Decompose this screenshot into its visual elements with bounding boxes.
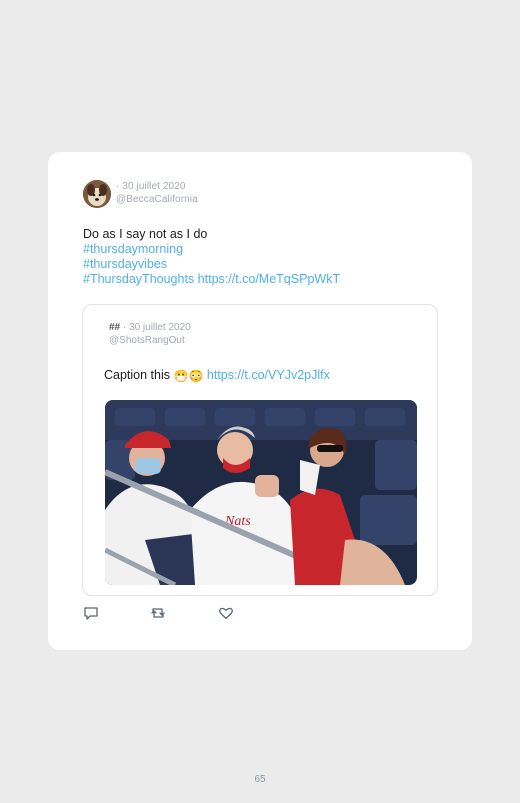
quoted-caption: Caption this 😷😳 https://t.co/VYJv2pJlfx [104,367,330,383]
page-number: 65 [254,774,266,785]
tweet-handle[interactable]: @BeccaCalifornia [116,193,198,206]
quoted-date: · 30 juillet 2020 [122,322,191,333]
tweet-actions [83,605,283,621]
quoted-tweet[interactable]: ## · 30 juillet 2020 @ShotsRangOut Capti… [82,304,438,596]
page: · 30 juillet 2020 @BeccaCalifornia Do as… [0,0,520,803]
mask-face-emoji: 😷 [173,369,189,383]
hashtag-link[interactable]: #thursdaymorning [83,242,443,257]
dog-avatar-icon [83,180,111,208]
quoted-meta: ## · 30 juillet 2020 @ShotsRangOut [109,321,191,347]
tweet-url-link[interactable]: https://t.co/MeTqSPpWkT [198,272,340,286]
retweet-icon[interactable] [150,605,166,621]
hashtag-link[interactable]: #thursdayvibes [83,257,443,272]
tweet-text: Do as I say not as I do #thursdaymorning… [83,227,443,287]
user-avatar[interactable] [83,180,111,208]
tweet-text-line: Do as I say not as I do [83,227,208,241]
tweet-meta: · 30 juillet 2020 @BeccaCalifornia [116,180,198,206]
quoted-photo[interactable]: Nats [105,400,417,585]
reply-icon[interactable] [83,605,99,621]
stadium-spectators-image: Nats [105,400,417,585]
quoted-name: ## [109,322,121,333]
tweet-card: · 30 juillet 2020 @BeccaCalifornia Do as… [48,152,472,650]
hashtag-link[interactable]: #ThursdayThoughts [83,272,194,286]
quoted-handle[interactable]: @ShotsRangOut [109,334,191,347]
quoted-url-link[interactable]: https://t.co/VYJv2pJlfx [207,368,330,382]
quoted-caption-text: Caption this [104,368,171,382]
tweet-date: · 30 juillet 2020 [116,181,186,192]
flushed-face-emoji: 😳 [188,369,204,383]
heart-icon[interactable] [218,605,234,621]
